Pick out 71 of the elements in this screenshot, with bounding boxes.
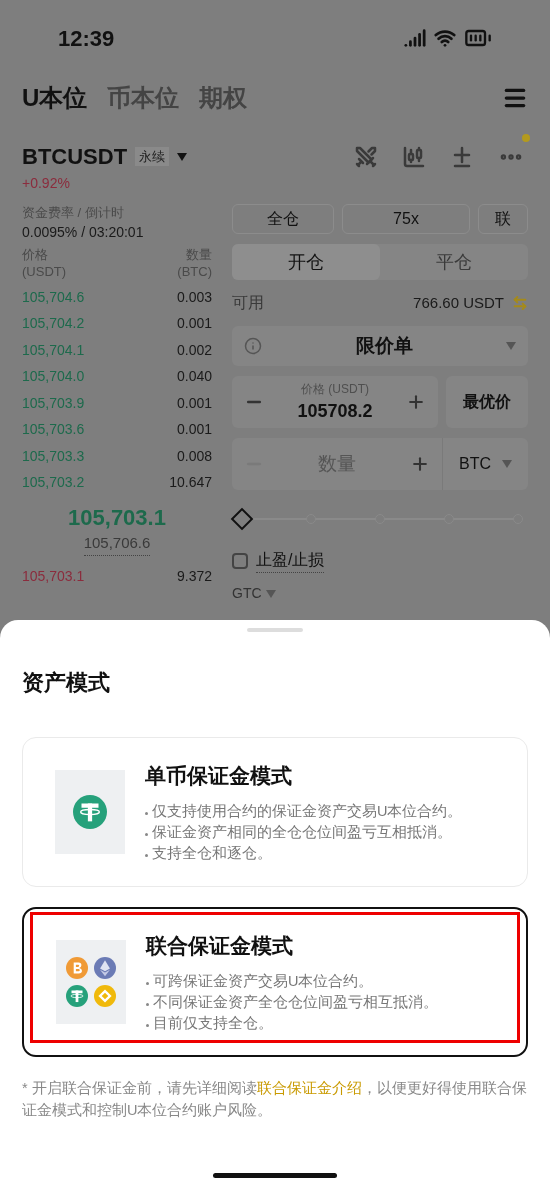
margin-setting-button[interactable]: 联 xyxy=(478,204,528,234)
available-label: 可用 xyxy=(232,293,264,313)
mode-description: 目前仅支持全仓。 xyxy=(153,1014,273,1034)
caret-icon xyxy=(265,589,276,598)
caret-icon xyxy=(502,460,512,468)
quantity-cell-text: 0.003 xyxy=(176,287,212,307)
position-tab[interactable]: 平仓 xyxy=(380,244,528,280)
tether-coin-icon xyxy=(73,795,107,829)
mode-title: 单币保证金模式 xyxy=(145,762,293,789)
margin-setting-button[interactable]: 全仓 xyxy=(232,204,334,234)
contract-badge: 永续 xyxy=(135,146,170,167)
unit-select[interactable]: BTC xyxy=(442,438,528,490)
tether-coin-icon xyxy=(66,985,88,1007)
time-in-force[interactable]: GTC xyxy=(232,583,262,604)
quantity-cell-text: 0.002 xyxy=(176,340,212,360)
mode-description: 仅支持使用合约的保证金资产交易U本位合约。 xyxy=(152,802,463,822)
checkbox[interactable] xyxy=(232,552,248,569)
quantity-cell-text: 0.001 xyxy=(176,420,212,440)
available-balance: 766.60 USDT xyxy=(413,292,504,313)
price-cell-text: 105,704.1 xyxy=(22,340,85,360)
mode-title: 联合保证金模式 xyxy=(146,932,294,959)
mode-description: 支持全仓和逐仓。 xyxy=(152,844,272,864)
status-time: 12:39 xyxy=(58,24,115,53)
mark-price: 105,706.6 xyxy=(83,532,151,556)
intro-link[interactable]: 联合保证金介绍 xyxy=(256,1080,362,1096)
funding-value: 0.0095% / 03:20:01 xyxy=(22,223,145,242)
price-cell-text: 105,704.0 xyxy=(22,367,85,387)
symbol-name[interactable]: BTCUSDT xyxy=(22,140,128,173)
position-tab[interactable]: 开仓 xyxy=(232,244,380,280)
quantity-cell-text: 0.001 xyxy=(176,393,212,413)
price-cell-text: 105,703.6 xyxy=(22,420,85,440)
candlestick-icon[interactable] xyxy=(402,145,426,169)
ethereum-coin-icon xyxy=(94,957,116,979)
mode-description: 不同保证金资产全仓仓位间盈亏相互抵消。 xyxy=(153,993,438,1013)
last-price: 105,703.1 xyxy=(68,504,166,532)
increase-icon[interactable] xyxy=(406,392,426,412)
caret-icon xyxy=(506,342,516,350)
price-cell-text: 105,703.2 xyxy=(22,473,85,493)
quantity-cell-text: 10.647 xyxy=(169,473,212,493)
wifi-icon xyxy=(434,27,456,49)
bitcoin-coin-icon xyxy=(66,957,88,979)
signal-icon xyxy=(404,27,426,49)
increase-icon[interactable] xyxy=(410,454,430,474)
best-price-button[interactable]: 最优价 xyxy=(446,376,528,428)
take-profit-stop-loss-label[interactable]: 止盈/止损 xyxy=(256,548,325,573)
margin-setting-button[interactable]: 75x xyxy=(342,204,470,234)
price-cell-text: 105,703.3 xyxy=(22,446,85,466)
margin-mode-card[interactable]: 单币保证金模式 仅支持使用合约的保证金资产交易U本位合约。 保证金资产相同的全仓仓位间盈亏互相抵消。 支持全仓和逐仓。 xyxy=(22,737,528,887)
price-cell-text: 105,704.6 xyxy=(22,287,85,307)
sheet-title: 资产模式 xyxy=(22,669,111,697)
market-tab[interactable]: 期权 xyxy=(199,80,248,116)
price-cell-text: 105,703.1 xyxy=(22,567,85,587)
quantity-cell-text: 0.040 xyxy=(176,367,212,387)
quantity-cell-text: 9.372 xyxy=(176,567,212,587)
info-icon xyxy=(244,337,262,355)
market-tab[interactable]: U本位 xyxy=(22,80,88,116)
margin-mode-card[interactable]: 联合保证金模式 可跨保证金资产交易U本位合约。 不同保证金资产全仓仓位间盈亏相互抵消。 目前仅支持全仓。 xyxy=(22,907,528,1057)
market-tab[interactable]: 币本位 xyxy=(107,80,180,116)
price-cell-text: 105,704.2 xyxy=(22,314,85,334)
mode-description: 保证金资产相同的全仓仓位间盈亏互相抵消。 xyxy=(152,823,452,843)
bnb-coin-icon xyxy=(94,985,116,1007)
margin-note: * 开启联合保证金前，请先详细阅读联合保证金介绍，以便更好得使用联合保证金模式和控制U本位合约账户风险。 xyxy=(22,1079,528,1120)
quantity-cell-text: 0.008 xyxy=(176,446,212,466)
mode-description: 可跨保证金资产交易U本位合约。 xyxy=(153,972,374,992)
sheet-handle[interactable] xyxy=(247,628,303,632)
order-type-select[interactable]: 限价单 xyxy=(232,326,528,366)
quantity-cell-text: 0.001 xyxy=(176,314,212,334)
price-cell-text: 105,703.9 xyxy=(22,393,85,413)
price-change: +0.92% xyxy=(22,174,71,193)
dropdown-caret-icon xyxy=(177,152,188,161)
crossed-swords-icon[interactable] xyxy=(354,145,378,169)
